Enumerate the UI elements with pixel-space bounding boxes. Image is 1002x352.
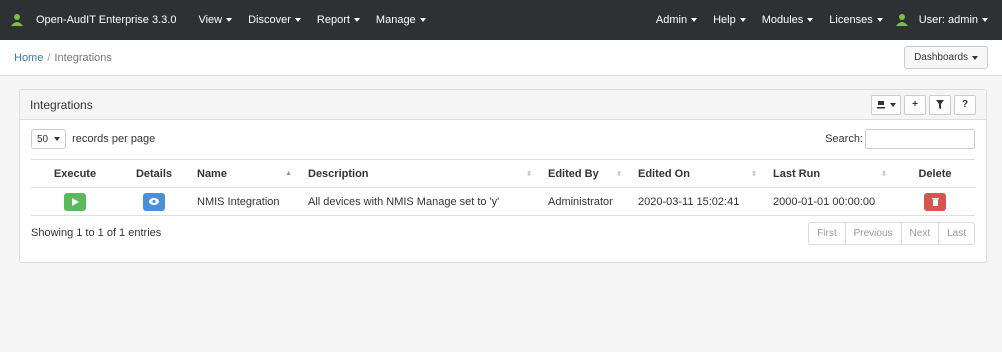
panel-title: Integrations [30, 97, 93, 112]
caret-down-icon [982, 18, 988, 22]
cell-edited-by: Administrator [540, 187, 630, 216]
column-header-last-run-label: Last Run [773, 167, 821, 180]
menu-view-label: View [198, 14, 223, 26]
column-header-delete: Delete [895, 159, 975, 188]
dashboards-button[interactable]: Dashboards [904, 46, 988, 69]
caret-down-icon [294, 18, 301, 22]
help-button[interactable]: ? [954, 94, 976, 115]
panel-heading: Integrations + ? [20, 90, 986, 120]
menu-report-label: Report [316, 14, 350, 26]
menu-admin[interactable]: Admin [648, 0, 705, 40]
search-input[interactable] [865, 129, 975, 149]
breadcrumb-current: Integrations [54, 51, 112, 64]
table-row: NMIS Integration All devices with NMIS M… [31, 187, 975, 216]
column-header-description-label: Description [308, 167, 369, 180]
caret-down-icon [419, 18, 426, 22]
caret-down-icon [353, 18, 360, 22]
page-length-select[interactable]: 50 [31, 129, 67, 149]
menu-licenses[interactable]: Licenses [821, 0, 890, 40]
column-header-execute: Execute [31, 159, 119, 188]
details-cell [119, 187, 189, 216]
filter-icon [936, 100, 944, 109]
user-icon [895, 14, 908, 26]
sort-icon: ⬍ [881, 171, 887, 178]
menu-discover-label: Discover [248, 14, 291, 26]
open-audit-logo-icon [11, 14, 23, 26]
column-header-name[interactable]: Name ▲ [189, 159, 300, 188]
pagination: First Previous Next Last [808, 221, 975, 245]
cell-description: All devices with NMIS Manage set to 'y' [300, 187, 540, 216]
pagination-previous[interactable]: Previous [846, 222, 902, 244]
menu-licenses-label: Licenses [829, 14, 873, 26]
table-controls: 50 records per page Search: [20, 120, 986, 158]
play-icon [71, 197, 79, 206]
menu-help-label: Help [713, 14, 736, 26]
integrations-panel: Integrations + ? 50 records per page Sea… [19, 89, 987, 263]
caret-down-icon [54, 137, 61, 141]
menu-user[interactable]: User: admin [915, 0, 996, 40]
search-label: Search: [825, 133, 863, 145]
page-length-value: 50 [37, 133, 49, 145]
column-header-description[interactable]: Description ⬍ [300, 159, 540, 188]
menu-manage-label: Manage [375, 14, 416, 26]
menu-admin-label: Admin [655, 14, 688, 26]
menu-view[interactable]: View [190, 0, 240, 40]
pagination-next[interactable]: Next [902, 222, 940, 244]
caret-down-icon [807, 18, 814, 22]
records-per-page-label: records per page [72, 133, 156, 145]
add-button[interactable]: + [904, 94, 926, 115]
table-footer: Showing 1 to 1 of 1 entries First Previo… [31, 221, 975, 245]
caret-down-icon [226, 18, 233, 22]
menu-modules-label: Modules [761, 14, 804, 26]
trash-icon [931, 198, 939, 206]
caret-down-icon [972, 55, 978, 60]
caret-down-icon [739, 18, 746, 22]
menu-modules[interactable]: Modules [754, 0, 822, 40]
sort-icon: ⬍ [526, 171, 532, 178]
delete-button[interactable] [924, 192, 946, 211]
sort-asc-icon: ▲ [285, 170, 292, 177]
column-header-edited-by[interactable]: Edited By ⬍ [540, 159, 630, 188]
brand[interactable]: Open-AudIT Enterprise 3.3.0 [0, 13, 190, 27]
menu-manage[interactable]: Manage [368, 0, 434, 40]
column-header-edited-by-label: Edited By [548, 167, 599, 180]
menu-user-label: User: admin [918, 14, 978, 26]
sort-icon: ⬍ [616, 171, 622, 178]
export-icon [877, 100, 885, 108]
breadcrumb: Home / Integrations Dashboards [0, 40, 1002, 76]
column-header-edited-on-label: Edited On [638, 167, 690, 180]
menu-discover[interactable]: Discover [240, 0, 309, 40]
integrations-table: Execute Details Name ▲ Description ⬍ Edite… [31, 159, 975, 216]
delete-cell [895, 187, 975, 216]
cell-edited-on: 2020-03-11 15:02:41 [630, 187, 765, 216]
menu-report[interactable]: Report [309, 0, 368, 40]
execute-button[interactable] [64, 192, 86, 211]
dashboards-button-label: Dashboards [914, 52, 968, 63]
breadcrumb-home-link[interactable]: Home [14, 52, 43, 64]
eye-icon [149, 198, 159, 205]
pagination-last[interactable]: Last [939, 223, 974, 244]
export-button[interactable] [871, 94, 901, 115]
caret-down-icon [876, 18, 883, 22]
caret-down-icon [890, 102, 896, 107]
filter-button[interactable] [929, 94, 951, 115]
execute-cell [31, 187, 119, 216]
column-header-edited-on[interactable]: Edited On ⬍ [630, 159, 765, 188]
brand-title: Open-AudIT Enterprise 3.3.0 [36, 14, 177, 26]
pagination-first[interactable]: First [809, 222, 846, 244]
top-navbar: Open-AudIT Enterprise 3.3.0 View Discove… [0, 0, 1002, 40]
menu-help[interactable]: Help [705, 0, 754, 40]
sort-icon: ⬍ [751, 171, 757, 178]
column-header-last-run[interactable]: Last Run ⬍ [765, 159, 895, 188]
entries-info: Showing 1 to 1 of 1 entries [31, 227, 162, 239]
details-button[interactable] [143, 192, 165, 211]
caret-down-icon [691, 18, 698, 22]
column-header-name-label: Name [197, 167, 227, 180]
breadcrumb-separator: / [47, 51, 51, 64]
cell-last-run: 2000-01-01 00:00:00 [765, 187, 895, 216]
cell-name: NMIS Integration [189, 187, 300, 216]
column-header-details: Details [119, 159, 189, 188]
